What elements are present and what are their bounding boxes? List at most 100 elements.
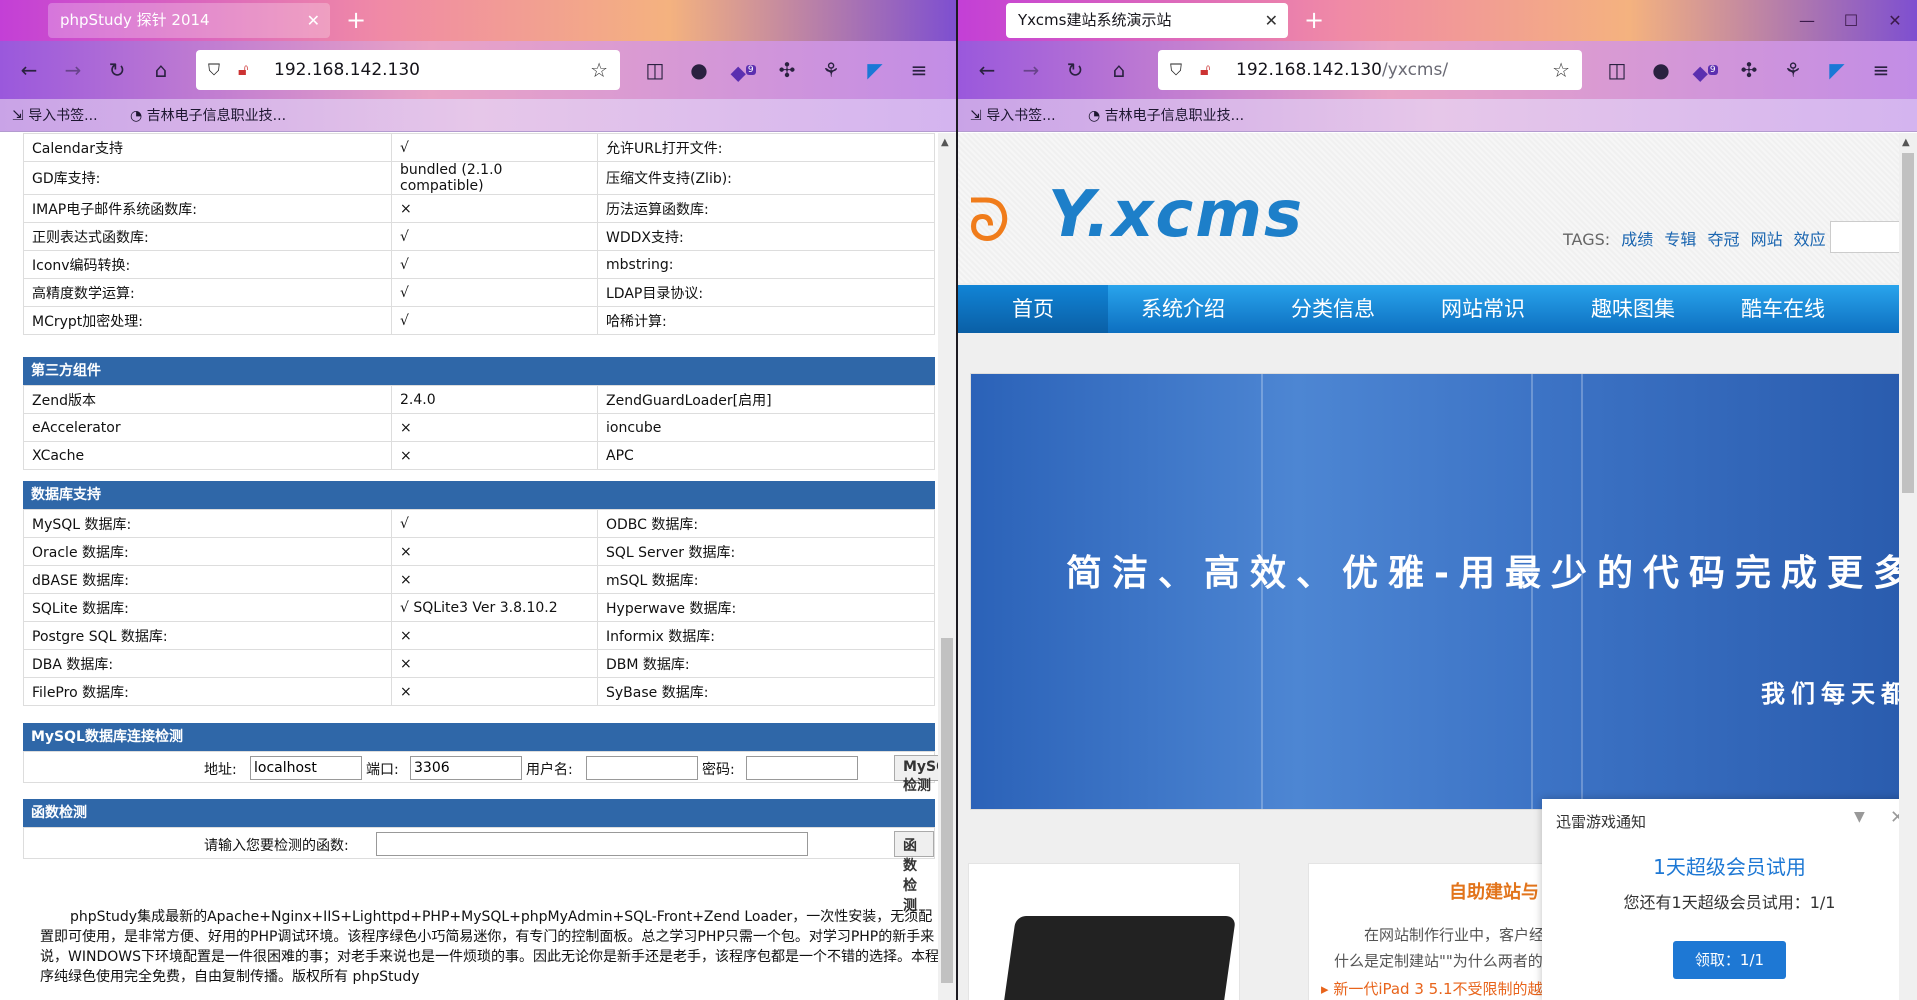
reload-icon[interactable]: ↻ [102,55,132,85]
row-value: × [391,649,598,678]
shield-icon[interactable]: ⛉ [1170,60,1182,80]
window-close-icon[interactable]: ✕ [1873,0,1917,41]
row-label: MCrypt加密处理: [23,306,392,335]
notification-headline[interactable]: 1天超级会员试用 [1542,851,1917,880]
tag-link[interactable]: 成绩 [1621,230,1653,249]
bookmark-jilin[interactable]: ◔ 吉林电子信息职业技... [130,105,286,125]
notification-text: 您还有1天超级会员试用：1/1 [1623,893,1836,912]
close-tab-icon[interactable]: ✕ [307,3,320,38]
table-row: 正则表达式函数库: √ WDDX支持: [23,222,935,251]
extension-bird-icon[interactable]: ◤ [1822,55,1852,85]
mysql-host-input[interactable] [250,756,362,780]
bookmark-import[interactable]: ⇲ 导入书签... [12,105,98,125]
home-icon[interactable]: ⌂ [1104,55,1134,85]
extension-stack-icon[interactable]: ◆ 9 [728,55,758,85]
address-bar[interactable]: ⛉ 🔓︎ 192.168.142.130 ☆ [196,50,620,90]
news-link[interactable]: ▸ 新一代iPad 3 5.1不受限制的越狱 [1321,978,1558,999]
row-label: XCache [23,441,392,470]
extension-badge: 9 [745,65,756,75]
new-tab-button[interactable]: + [340,4,372,36]
row-label: SQLite 数据库: [23,593,392,622]
bookmark-star-icon[interactable]: ☆ [1552,58,1570,82]
menu-item-classified[interactable]: 分类信息 [1258,285,1408,333]
translate-icon[interactable]: ⚘ [1778,55,1808,85]
insecure-lock-icon[interactable]: 🔓︎ [238,60,248,80]
extension-stack-icon[interactable]: ◆ 9 [1690,55,1720,85]
tag-link[interactable]: 网站 [1751,230,1783,249]
tag-link[interactable]: 专辑 [1664,230,1696,249]
forward-icon[interactable]: → [1016,55,1046,85]
back-icon[interactable]: ← [972,55,1002,85]
bookmarks-bar: ⇲ 导入书签... ◔ 吉林电子信息职业技... [958,99,1917,132]
row-label: 正则表达式函数库: [23,222,392,251]
row-label: GD库支持: [23,161,392,195]
extension-circle-icon[interactable]: ● [684,55,714,85]
extension-puzzle-icon[interactable]: ✣ [1734,55,1764,85]
row-label: Oracle 数据库: [23,537,392,566]
menu-icon[interactable]: ≡ [904,55,934,85]
close-tab-icon[interactable]: ✕ [1265,3,1278,38]
function-check-button[interactable]: 函数检测 [894,831,934,914]
mysql-password-input[interactable] [746,756,858,780]
reload-icon[interactable]: ↻ [1060,55,1090,85]
extension-circle-icon[interactable]: ● [1646,55,1676,85]
tab-yxcms[interactable]: Yxcms建站系统演示站 ✕ [1006,3,1288,38]
translate-icon[interactable]: ⚘ [816,55,846,85]
addr-label: 地址: [204,762,237,778]
function-name-input[interactable] [376,832,808,856]
left-scrollbar[interactable]: ▲ [938,133,956,1000]
tag-link[interactable]: 效应 [1794,230,1826,249]
extension-bird-icon[interactable]: ◤ [860,55,890,85]
featured-image-card[interactable] [968,863,1240,1000]
collapse-icon[interactable]: ▼ [1854,809,1865,825]
scroll-up-icon[interactable]: ▲ [941,137,949,148]
bookmark-jilin-label: 吉林电子信息职业技... [1104,108,1245,124]
site-logo[interactable]: ᘐ Y.xcms [968,168,1302,258]
row-value: × [391,413,598,442]
row-label-2: ioncube [597,413,935,442]
shield-icon[interactable]: ⛉ [208,60,220,80]
scrollbar-thumb[interactable] [941,638,953,983]
menu-item-gallery[interactable]: 趣味图集 [1558,285,1708,333]
forward-icon[interactable]: → [58,55,88,85]
right-scrollbar[interactable]: ▲ [1899,133,1917,1000]
row-label-2: Informix 数据库: [597,621,935,650]
maximize-icon[interactable]: ☐ [1829,0,1873,41]
extension-puzzle-icon[interactable]: ✣ [772,55,802,85]
menu-item-cars[interactable]: 酷车在线 [1708,285,1858,333]
scroll-up-icon[interactable]: ▲ [1902,137,1910,148]
pocket-icon[interactable]: ◫ [640,55,670,85]
tab-phpstudy[interactable]: phpStudy 探针 2014 ✕ [48,3,330,38]
bookmark-import[interactable]: ⇲ 导入书签... [970,105,1056,125]
pocket-icon[interactable]: ◫ [1602,55,1632,85]
new-tab-button[interactable]: + [1298,4,1330,36]
menu-item-intro[interactable]: 系统介绍 [1108,285,1258,333]
row-label-2: ZendGuardLoader[启用] [597,385,935,414]
menu-item-knowledge[interactable]: 网站常识 [1408,285,1558,333]
news-card-title[interactable]: 自助建站与 [1449,878,1539,904]
address-bar[interactable]: ⛉ 🔓︎ 192.168.142.130/yxcms/ ☆ [1158,50,1582,90]
table-row: IMAP电子邮件系统函数库: × 历法运算函数库: [23,194,935,223]
mysql-user-input[interactable] [586,756,698,780]
menu-item-home[interactable]: 首页 [958,285,1108,333]
bookmark-star-icon[interactable]: ☆ [590,58,608,82]
claim-button[interactable]: 领取：1/1 [1673,941,1786,979]
mysql-port-input[interactable] [410,756,522,780]
bookmark-jilin-label: 吉林电子信息职业技... [146,108,287,124]
section-third-party: 第三方组件 [23,357,935,385]
url-path: /yxcms/ [1382,60,1449,80]
row-label: FilePro 数据库: [23,677,392,706]
scrollbar-thumb[interactable] [1902,153,1914,493]
bookmark-jilin[interactable]: ◔ 吉林电子信息职业技... [1088,105,1244,125]
hero-banner[interactable]: 简洁、高效、优雅-用最少的代码完成更多 我们每天都 [970,373,1909,810]
table-row: XCache × APC [23,441,935,470]
insecure-lock-icon[interactable]: 🔓︎ [1200,60,1210,80]
minimize-icon[interactable]: — [1785,0,1829,41]
tag-link[interactable]: 夺冠 [1707,230,1739,249]
back-icon[interactable]: ← [14,55,44,85]
row-label-2: 允许URL打开文件: [597,133,935,162]
row-label-2: Hyperwave 数据库: [597,593,935,622]
home-icon[interactable]: ⌂ [146,55,176,85]
menu-icon[interactable]: ≡ [1866,55,1896,85]
row-label-2: WDDX支持: [597,222,935,251]
